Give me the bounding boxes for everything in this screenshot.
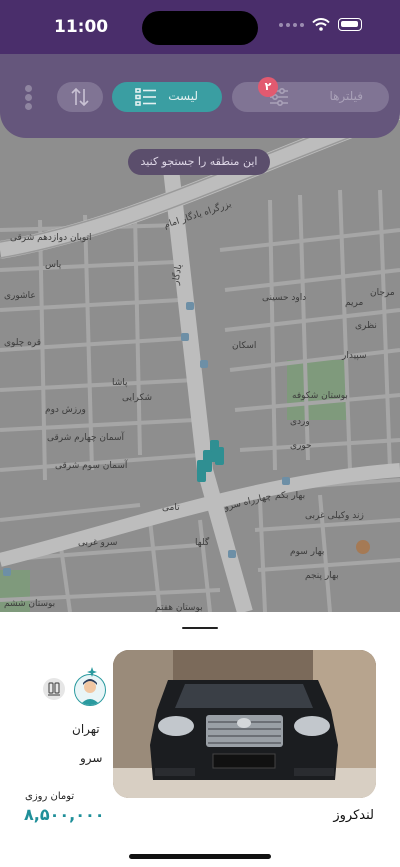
bus-stop-icon xyxy=(186,302,194,310)
street-label: آسمان سوم شرقی xyxy=(55,459,128,471)
street-label: نظری xyxy=(355,321,377,331)
status-bar: 11:00 xyxy=(0,0,400,54)
street-label: بهار سوم xyxy=(290,547,324,557)
car-marker[interactable] xyxy=(197,460,206,482)
signal-icon xyxy=(279,22,304,27)
status-icons xyxy=(279,18,362,31)
park-area xyxy=(287,360,347,420)
sort-button[interactable] xyxy=(57,82,103,112)
bus-stop-icon xyxy=(228,550,236,558)
wifi-icon xyxy=(312,18,330,31)
bus-stop-icon xyxy=(200,360,208,368)
street-label: سرو غربی xyxy=(78,538,117,548)
street-label: گلها xyxy=(195,536,210,548)
toolbar: فیلترها ۲ لیست xyxy=(0,77,400,112)
price-unit: تومان روزی xyxy=(25,791,75,802)
street-label: بوستان ششم xyxy=(4,599,55,609)
daily-price: ۸,۵۰۰,۰۰۰ xyxy=(24,805,105,824)
car-city: تهران xyxy=(72,722,100,736)
street-label: بوستان هفتم xyxy=(155,603,203,612)
street-label: سپیدار xyxy=(341,351,367,361)
list-view-button[interactable]: لیست xyxy=(112,82,222,112)
car-photo xyxy=(113,650,376,798)
battery-icon xyxy=(338,18,362,31)
status-time: 11:00 xyxy=(54,17,109,37)
search-this-area-button[interactable]: این منطقه را جستجو کنید xyxy=(128,149,270,175)
verified-icon xyxy=(87,667,97,677)
list-label: لیست xyxy=(168,89,198,103)
filters-button[interactable]: فیلترها ۲ xyxy=(232,77,389,112)
street-label: تامی xyxy=(162,503,180,513)
more-vertical-icon[interactable] xyxy=(24,85,34,111)
street-label: اسکان xyxy=(232,341,256,351)
car-name: لندکروز xyxy=(333,808,374,823)
sort-arrows-icon xyxy=(71,87,89,107)
street-label: زند وکیلی غربی xyxy=(305,511,364,521)
street-label: حوری xyxy=(290,441,312,451)
list-icon xyxy=(135,88,156,106)
bottom-sheet: لندکروز تهران سرو تومان روزی ۸,۵۰۰,۰۰۰ xyxy=(0,612,400,867)
top-header: 11:00 فیلترها ۲ لیست xyxy=(0,0,400,138)
seat-icon xyxy=(43,678,65,700)
street-label: شکرایی xyxy=(122,393,152,403)
car-area: سرو xyxy=(80,751,103,765)
street-label: وردی xyxy=(290,417,310,427)
street-label: پاس xyxy=(45,260,62,270)
car-marker[interactable] xyxy=(215,447,224,465)
street-label: آسمان چهارم شرقی xyxy=(47,431,125,443)
street-label: عاشوری xyxy=(4,291,36,301)
street-label: پاشا xyxy=(112,378,128,388)
bus-stop-icon xyxy=(282,477,290,485)
home-indicator xyxy=(129,854,271,859)
street-label: مریم xyxy=(345,298,363,308)
car-card[interactable]: لندکروز تهران سرو تومان روزی ۸,۵۰۰,۰۰۰ xyxy=(0,612,400,867)
filters-label: فیلترها xyxy=(329,89,363,103)
street-label: بهار پنجم xyxy=(305,571,339,581)
car-image xyxy=(113,650,376,798)
street-label: بهار بکم xyxy=(275,491,305,501)
street-label: قره چلوی xyxy=(4,338,41,348)
street-label: بوستان شکوفه xyxy=(292,391,348,401)
bus-stop-icon xyxy=(3,568,11,576)
bus-stop-icon xyxy=(181,333,189,341)
owner-avatar[interactable] xyxy=(74,674,106,706)
street-label: اتوبان دوازدهم شرقی xyxy=(10,233,92,243)
poi-icon[interactable] xyxy=(356,540,370,554)
dynamic-island xyxy=(142,11,258,45)
filter-count-badge: ۲ xyxy=(258,77,278,97)
street-label: مرجان xyxy=(370,288,395,298)
street-label: ورزش دوم xyxy=(45,405,86,415)
street-label: داود حسینی xyxy=(262,293,306,303)
